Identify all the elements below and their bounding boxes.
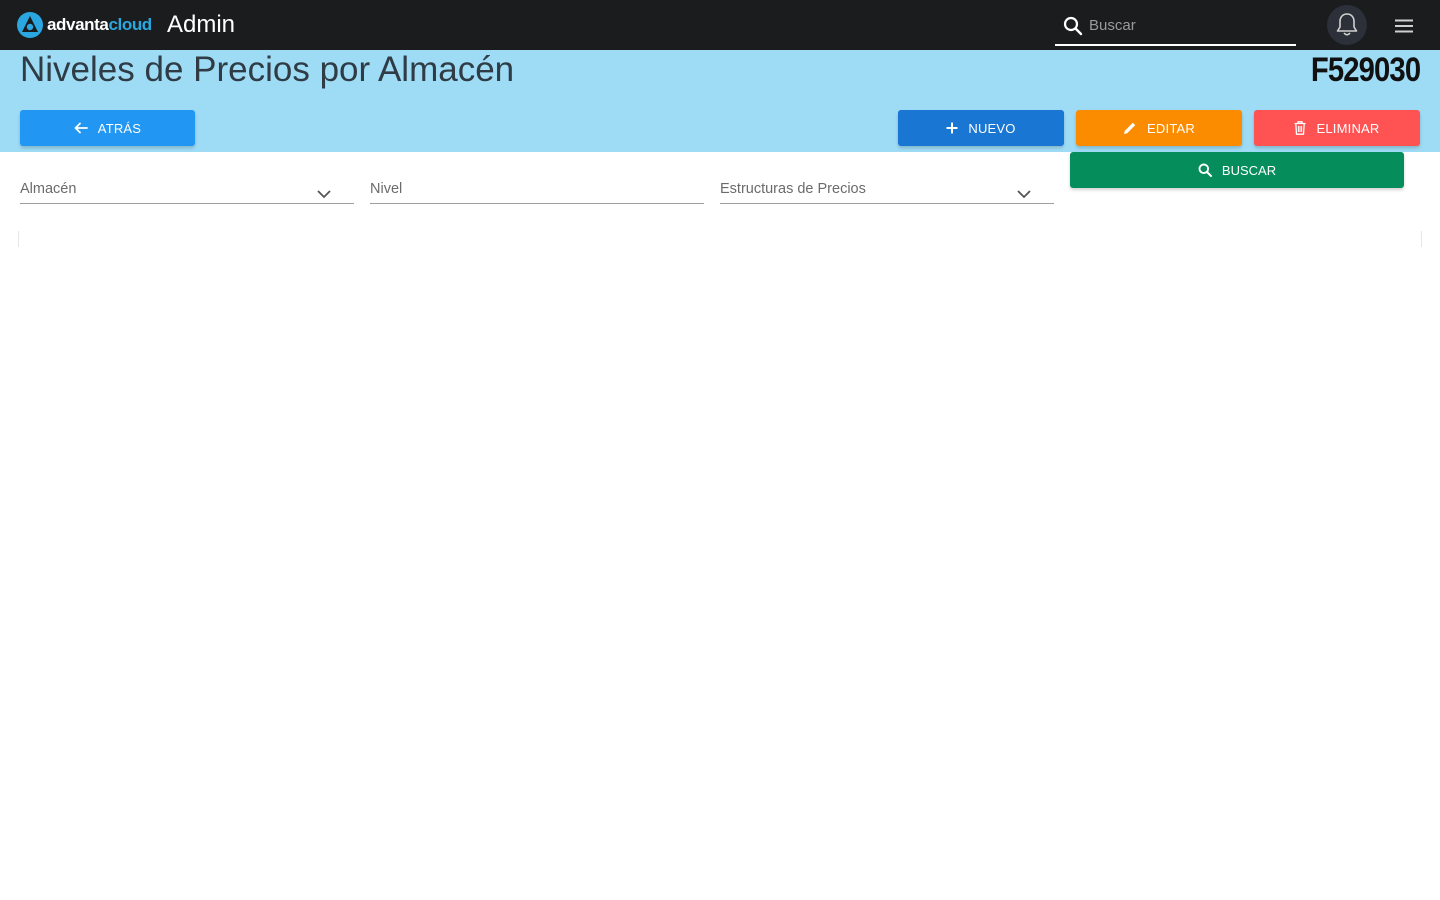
brand-logo[interactable]: advantacloud: [16, 11, 152, 39]
almacen-label: Almacén: [20, 181, 77, 197]
back-button[interactable]: ATRÁS: [20, 110, 195, 146]
plus-icon: [946, 122, 958, 134]
main-menu-button[interactable]: [1392, 14, 1416, 38]
top-bar: advantacloud Admin: [0, 0, 1440, 50]
bell-icon: [1336, 13, 1358, 36]
nivel-label: Nivel: [370, 181, 403, 197]
search-button-label: BUSCAR: [1221, 162, 1277, 178]
search-input[interactable]: [1087, 10, 1292, 40]
results-table: [18, 231, 1422, 247]
back-button-label: ATRÁS: [97, 120, 142, 136]
chevron-down-icon: [317, 190, 331, 199]
pencil-icon: [1124, 122, 1136, 134]
global-search: [1055, 6, 1296, 46]
search-icon: [1063, 16, 1083, 36]
logo-icon: [17, 12, 43, 38]
notifications-button[interactable]: [1327, 5, 1367, 45]
logo-text: advantacloud: [47, 15, 152, 34]
delete-button[interactable]: ELIMINAR: [1254, 110, 1420, 146]
edit-button-label: EDITAR: [1147, 120, 1195, 136]
trash-icon: [1294, 121, 1306, 135]
estructuras-precios-select[interactable]: Estructuras de Precios: [720, 176, 1054, 204]
hamburger-menu-icon: [1395, 19, 1413, 33]
edit-button[interactable]: EDITAR: [1076, 110, 1242, 146]
form-code: F529030: [1310, 51, 1421, 89]
page-header: Niveles de Precios por Almacén F529030 A…: [0, 50, 1440, 152]
page-title: Niveles de Precios por Almacén: [20, 50, 515, 89]
nivel-field[interactable]: Nivel: [370, 176, 704, 204]
arrow-left-icon: [74, 122, 88, 134]
delete-button-label: ELIMINAR: [1316, 120, 1380, 136]
new-button-label: NUEVO: [968, 120, 1016, 136]
search-button[interactable]: BUSCAR: [1070, 152, 1404, 188]
chevron-down-icon: [1017, 190, 1031, 199]
estructuras-precios-label: Estructuras de Precios: [720, 181, 866, 197]
app-name: Admin: [167, 11, 236, 38]
search-icon: [1198, 163, 1212, 177]
almacen-select[interactable]: Almacén: [20, 176, 354, 204]
new-button[interactable]: NUEVO: [898, 110, 1064, 146]
